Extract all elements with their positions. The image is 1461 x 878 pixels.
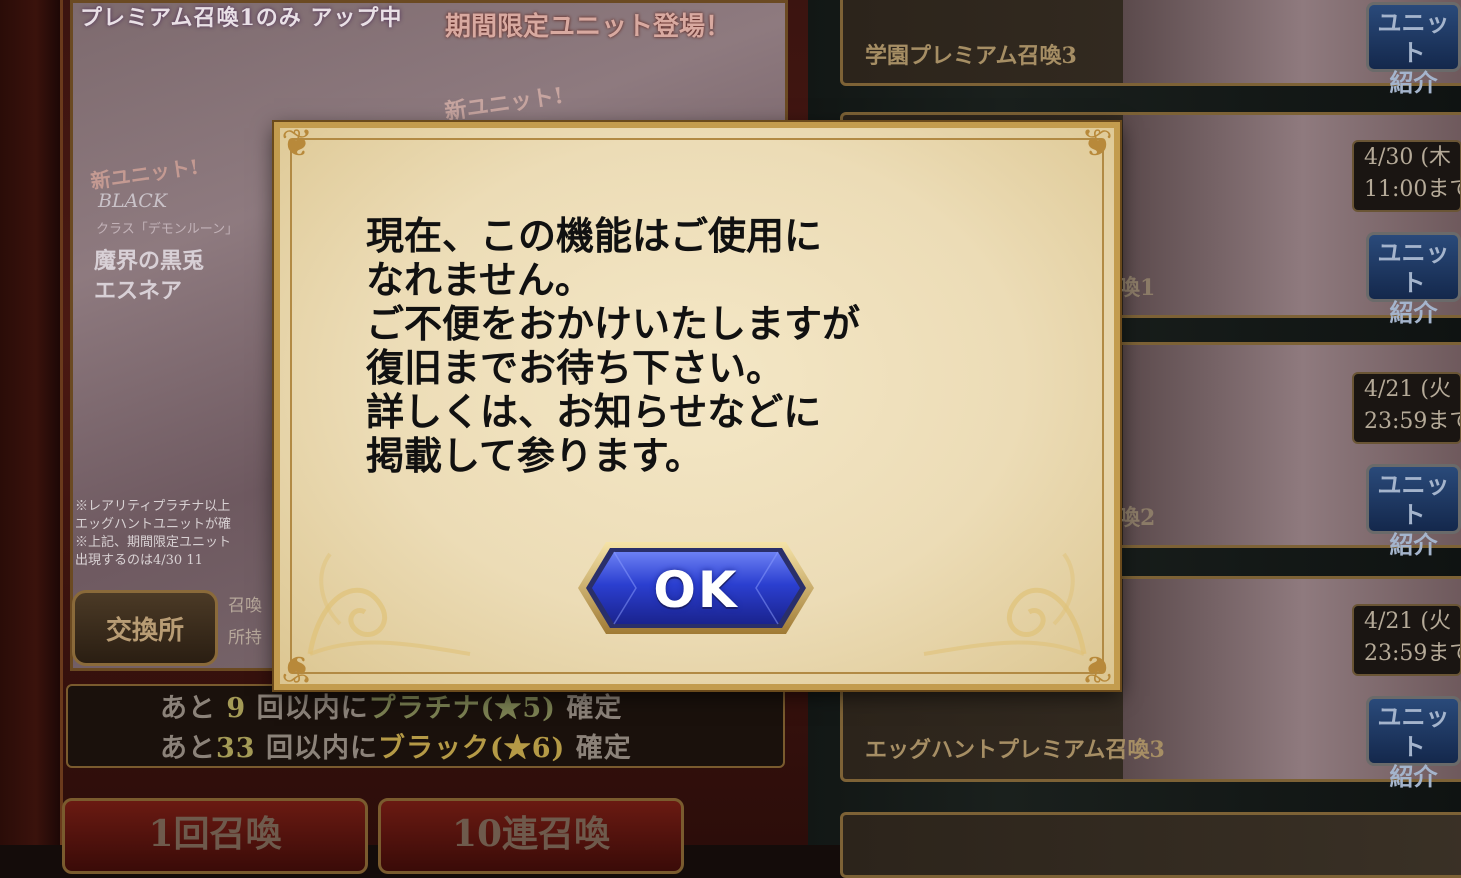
guarantee-black-line: あと33 回以内にブラック(★6) 確定 (160, 733, 632, 764)
ok-button[interactable]: OK (576, 538, 816, 638)
unit-intro-button[interactable]: ユニット 紹介 (1366, 696, 1461, 791)
list-item-date: 4/21 (火 23:59まで (1352, 372, 1461, 444)
ornament-corner-icon: ❦ (281, 121, 313, 165)
list-item-title: 喚2 (1118, 505, 1156, 531)
banner-note: ※レアリティプラチナ以上 エッグハントユニットが確 ※上記、期間限定ユニット 出… (75, 499, 232, 568)
single-summon-button[interactable]: 1回召喚 (62, 798, 368, 874)
banner-pickup-text: プレミアム召喚1のみ アップ中 (80, 5, 403, 31)
banner-limited-text: 期間限定ユニット登場！ (445, 12, 732, 42)
flourish-ornament-icon (307, 552, 471, 656)
exchange-info: 召喚 所持 (228, 596, 262, 648)
unit-name: 魔界の黒兎 エスネア (94, 248, 205, 304)
left-edge-strip (0, 0, 60, 845)
flourish-ornament-icon (923, 552, 1087, 656)
exchange-button[interactable]: 交換所 (72, 590, 218, 666)
dialog-message: 現在、この機能はご使用に なれません。 ご不便をおかけいたしますが 復旧までお待… (366, 214, 1066, 478)
unit-intro-button[interactable]: ユニット 紹介 (1366, 232, 1461, 327)
summon-list-item[interactable] (840, 812, 1461, 878)
message-line: 復旧までお待ち下さい。 (366, 346, 785, 390)
class-label: クラス「デモンルーン」 (96, 222, 239, 237)
message-line: なれません。 (366, 258, 593, 302)
list-item-title: エッグハントプレミアム召喚3 (865, 737, 1165, 763)
list-item-title: 喚1 (1118, 275, 1156, 301)
guarantee-platinum-line: あと 9 回以内にプラチナ(★5) 確定 (160, 693, 623, 724)
ok-button-label: OK (653, 561, 739, 619)
ten-summon-button[interactable]: 10連召喚 (378, 798, 684, 874)
maintenance-dialog: ❦ ❦ ❦ ❦ 現在、この機能はご使用に なれません。 ご不便をおかけいたします… (274, 121, 1120, 691)
message-line: 現在、この機能はご使用に (366, 214, 823, 258)
unit-intro-button[interactable]: ユニット 紹介 (1366, 2, 1461, 97)
list-item-date: 4/30 (木 11:00まで (1352, 140, 1461, 212)
list-item-title: 学園プレミアム召喚3 (865, 43, 1077, 69)
list-item-date: 4/21 (火 23:59まで (1352, 604, 1461, 676)
rarity-label: BLACK (98, 190, 168, 212)
message-line: ご不便をおかけいたしますが (366, 302, 861, 346)
ornament-corner-icon: ❦ (1081, 121, 1113, 165)
message-line: 詳しくは、お知らせなどに (366, 390, 822, 434)
message-line: 掲載して参ります。 (366, 434, 704, 478)
unit-intro-button[interactable]: ユニット 紹介 (1366, 464, 1461, 559)
